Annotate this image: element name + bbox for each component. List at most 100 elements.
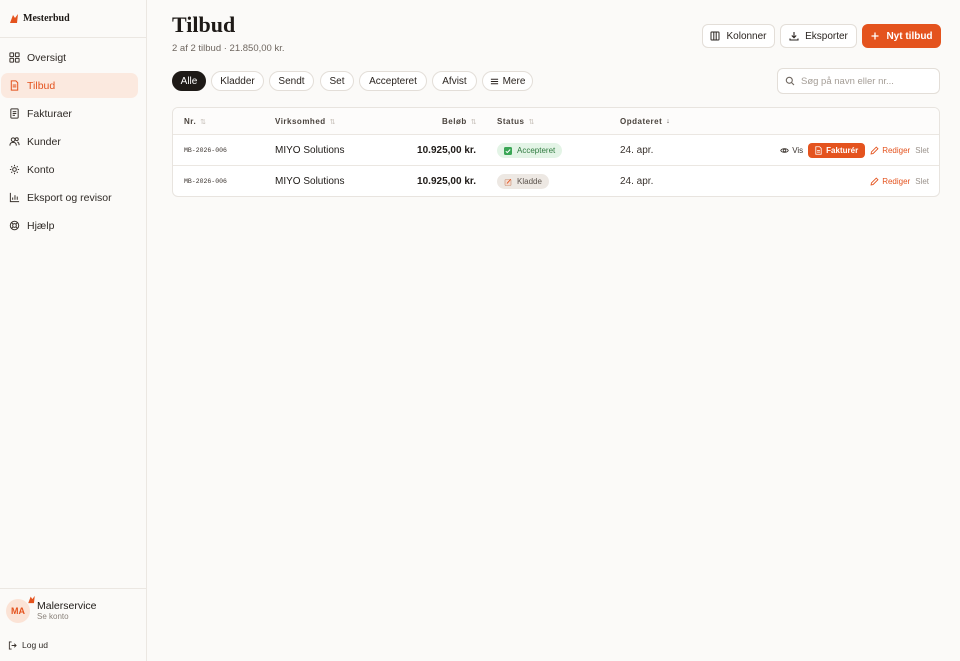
- users-icon: [9, 136, 20, 147]
- sidebar-item-fakturaer[interactable]: Fakturaer: [1, 101, 138, 126]
- status-label: Kladde: [517, 177, 542, 186]
- delete-button[interactable]: Slet: [915, 146, 929, 155]
- sidebar: Mesterbud Oversigt Tilbud Fakturaer Kund…: [0, 0, 147, 661]
- new-offer-button[interactable]: Nyt tilbud: [862, 24, 941, 48]
- download-icon: [789, 32, 799, 41]
- updated-date: 24. apr.: [620, 176, 654, 187]
- column-header-label: Status: [497, 117, 525, 126]
- edit-label: Rediger: [882, 146, 911, 155]
- sidebar-item-oversigt[interactable]: Oversigt: [1, 45, 138, 70]
- search-input[interactable]: [801, 75, 931, 87]
- offer-amount: 10.925,00 kr.: [417, 145, 476, 156]
- more-filters-button[interactable]: Mere: [482, 71, 533, 91]
- document-icon: [815, 146, 822, 155]
- column-header-label: Virksomhed: [275, 117, 326, 126]
- sort-icon: ⇅: [470, 118, 478, 126]
- sidebar-item-konto[interactable]: Konto: [1, 157, 138, 182]
- sidebar-item-label: Hjælp: [27, 219, 55, 232]
- offer-number[interactable]: MB-2026-006: [184, 135, 227, 166]
- edit-button[interactable]: Rediger: [870, 177, 910, 186]
- menu-icon: [490, 78, 498, 84]
- eye-icon: [780, 148, 789, 153]
- sort-icon: ⇅: [329, 118, 337, 126]
- status-badge: Kladde: [497, 174, 549, 189]
- invoice-label: Fakturér: [826, 146, 859, 155]
- row-actions: Rediger Slet: [865, 166, 929, 196]
- status-label: Accepteret: [517, 146, 556, 155]
- sidebar-item-hjaelp[interactable]: Hjælp: [1, 213, 138, 238]
- table-header: Nr. ⇅ Virksomhed ⇅ Beløb ⇅ Status ⇅ Opdatere…: [173, 108, 939, 135]
- export-button[interactable]: Eksporter: [780, 24, 857, 48]
- status-cell: Kladde: [497, 166, 549, 196]
- account-link[interactable]: Se konto: [37, 613, 97, 621]
- column-header-updated[interactable]: Opdateret ↓: [620, 108, 670, 135]
- column-header-nr[interactable]: Nr. ⇅: [184, 108, 207, 135]
- invoice-button[interactable]: Fakturér: [808, 143, 866, 158]
- pencil-icon: [870, 146, 879, 155]
- memo-icon: [504, 178, 512, 186]
- sidebar-nav: Oversigt Tilbud Fakturaer Kunder Konto E…: [0, 38, 146, 238]
- checkbox-check-icon: [504, 146, 512, 155]
- offers-table: Nr. ⇅ Virksomhed ⇅ Beløb ⇅ Status ⇅ Opdatere…: [172, 107, 940, 197]
- user-account[interactable]: MA Malerservice Se konto: [0, 588, 146, 623]
- filter-chip-set[interactable]: Set: [320, 71, 354, 91]
- column-header-company[interactable]: Virksomhed ⇅: [275, 108, 336, 135]
- search-box[interactable]: [777, 68, 940, 94]
- filter-chip-alle[interactable]: Alle: [172, 71, 206, 91]
- export-label: Eksporter: [805, 30, 848, 42]
- sidebar-item-tilbud[interactable]: Tilbud: [1, 73, 138, 98]
- user-info: Malerservice Se konto: [37, 601, 97, 622]
- offer-amount: 10.925,00 kr.: [417, 176, 476, 187]
- sidebar-item-label: Tilbud: [27, 79, 56, 92]
- columns-label: Kolonner: [726, 30, 767, 42]
- bar-chart-icon: [9, 192, 20, 203]
- status-cell: Accepteret: [497, 135, 563, 166]
- filter-chip-kladder[interactable]: Kladder: [211, 71, 264, 91]
- table-row[interactable]: MB-2026-006 MIYO Solutions 10.925,00 kr.…: [173, 166, 939, 196]
- column-header-label: Nr.: [184, 117, 197, 126]
- new-offer-label: Nyt tilbud: [886, 30, 933, 42]
- user-name: Malerservice: [37, 599, 97, 612]
- columns-button[interactable]: Kolonner: [702, 24, 775, 48]
- edit-button[interactable]: Rediger: [870, 146, 910, 155]
- avatar-initials: MA: [11, 606, 25, 616]
- edit-label: Rediger: [882, 177, 911, 186]
- sidebar-item-label: Fakturaer: [27, 107, 72, 120]
- updated-date: 24. apr.: [620, 145, 654, 156]
- sort-icon: ⇅: [200, 118, 207, 126]
- column-header-amount[interactable]: Beløb ⇅: [442, 108, 477, 135]
- row-actions: Vis Fakturér Rediger Slet: [775, 135, 929, 166]
- page-title: Tilbud: [172, 12, 236, 37]
- column-header-status[interactable]: Status ⇅: [497, 108, 535, 135]
- view-label: Vis: [792, 146, 804, 155]
- filter-chip-afvist[interactable]: Afvist: [432, 71, 477, 91]
- sidebar-item-label: Eksport og revisor: [27, 191, 112, 204]
- logout-label: Log ud: [22, 640, 48, 650]
- columns-icon: [710, 31, 720, 41]
- logout-icon: [8, 640, 17, 650]
- filter-chip-accepteret[interactable]: Accepteret: [359, 71, 427, 91]
- lifebuoy-icon: [9, 220, 20, 231]
- avatar: MA: [6, 595, 35, 623]
- document-icon: [9, 80, 20, 91]
- logout-button[interactable]: Log ud: [8, 640, 48, 650]
- sidebar-item-kunder[interactable]: Kunder: [1, 129, 138, 154]
- view-button[interactable]: Vis: [780, 146, 803, 155]
- sidebar-item-label: Konto: [27, 163, 55, 176]
- offer-number[interactable]: MB-2026-006: [184, 166, 227, 196]
- table-row[interactable]: MB-2026-006 MIYO Solutions 10.925,00 kr.…: [173, 135, 939, 166]
- sort-icon: ⇅: [528, 118, 535, 126]
- receipt-icon: [9, 108, 20, 119]
- sidebar-item-label: Kunder: [27, 135, 61, 148]
- delete-button[interactable]: Slet: [915, 177, 929, 186]
- logo[interactable]: Mesterbud: [0, 0, 146, 38]
- sidebar-item-eksport[interactable]: Eksport og revisor: [1, 185, 138, 210]
- company-name: MIYO Solutions: [275, 145, 345, 156]
- page-summary: 2 af 2 tilbud · 21.850,00 kr.: [172, 43, 285, 54]
- filter-chip-sendt[interactable]: Sendt: [269, 71, 314, 91]
- search-icon: [785, 76, 795, 86]
- plus-icon: [871, 32, 879, 40]
- more-label: Mere: [502, 75, 526, 87]
- status-badge: Accepteret: [497, 143, 563, 158]
- column-header-label: Opdateret: [620, 117, 663, 126]
